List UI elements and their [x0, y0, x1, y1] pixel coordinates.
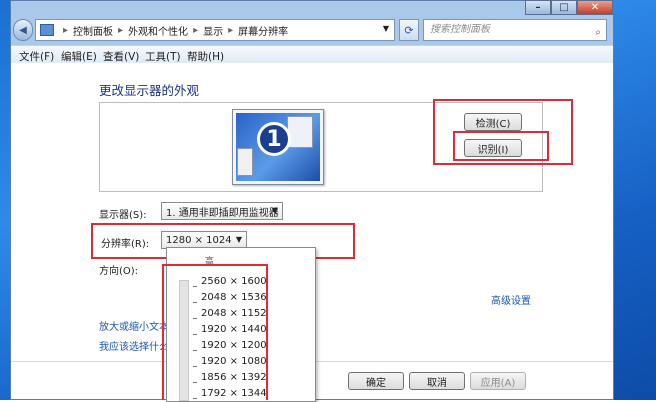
menu-edit[interactable]: 编辑(E): [61, 49, 97, 64]
ok-button[interactable]: 确定: [348, 372, 404, 390]
text-size-link[interactable]: 放大或缩小文本: [99, 318, 169, 333]
orientation-label: 方向(O):: [99, 266, 139, 277]
resolution-label: 分辨率(R):: [101, 239, 150, 250]
monitor-number-badge: 1: [257, 122, 291, 156]
chevron-down-icon[interactable]: ▼: [383, 24, 389, 33]
page-title: 更改显示器的外观: [99, 83, 200, 98]
breadcrumb-item-display[interactable]: 显示: [203, 23, 223, 38]
refresh-button[interactable]: ⟳: [399, 19, 419, 41]
chevron-down-icon: ▼: [235, 235, 242, 244]
advanced-settings-link[interactable]: 高级设置: [491, 292, 531, 307]
cancel-button[interactable]: 取消: [409, 372, 465, 390]
search-placeholder: 搜索控制面板: [430, 24, 490, 35]
menu-help[interactable]: 帮助(H): [187, 49, 224, 64]
breadcrumb-separator: ▸: [193, 24, 199, 36]
breadcrumb-separator: ▸: [63, 24, 69, 36]
control-panel-icon: [40, 24, 54, 36]
window-icon: [237, 148, 253, 176]
highlight-box-dropdown: [162, 264, 268, 400]
chevron-down-icon: ▼: [271, 206, 278, 215]
minimize-button[interactable]: –: [525, 0, 551, 15]
search-icon: ⌕: [595, 27, 601, 38]
title-bar: – □ ✕: [11, 0, 613, 17]
window-icon: [287, 116, 313, 148]
menu-bar: 文件(F) 编辑(E) 查看(V) 工具(T) 帮助(H): [11, 45, 613, 64]
apply-button[interactable]: 应用(A): [470, 372, 526, 390]
highlight-box-identify: [453, 131, 549, 161]
display-value: 1. 通用非即插即用监视器: [166, 207, 279, 219]
breadcrumb-item-appearance[interactable]: 外观和个性化: [128, 23, 188, 38]
refresh-icon: ⟳: [404, 23, 414, 37]
menu-tools[interactable]: 工具(T): [145, 49, 181, 64]
breadcrumb-item-resolution[interactable]: 屏幕分辨率: [238, 23, 288, 38]
address-bar[interactable]: ▸ 控制面板 ▸ 外观和个性化 ▸ 显示 ▸ 屏幕分辨率 ▼: [35, 19, 395, 41]
display-select[interactable]: 1. 通用非即插即用监视器 ▼: [161, 202, 283, 220]
breadcrumb-item-control-panel[interactable]: 控制面板: [73, 23, 113, 38]
close-button[interactable]: ✕: [577, 0, 613, 15]
monitor-1-thumbnail[interactable]: 1: [232, 109, 324, 185]
resolution-value: 1280 × 1024: [166, 234, 232, 246]
menu-view[interactable]: 查看(V): [103, 49, 139, 64]
help-link[interactable]: 我应该选择什么: [99, 338, 169, 353]
search-input[interactable]: 搜索控制面板 ⌕: [423, 19, 607, 41]
breadcrumb-separator: ▸: [228, 24, 234, 36]
maximize-button[interactable]: □: [551, 0, 577, 15]
back-button[interactable]: ◀: [13, 19, 33, 41]
breadcrumb-separator: ▸: [118, 24, 124, 36]
menu-file[interactable]: 文件(F): [19, 49, 54, 64]
display-label: 显示器(S):: [99, 210, 147, 221]
